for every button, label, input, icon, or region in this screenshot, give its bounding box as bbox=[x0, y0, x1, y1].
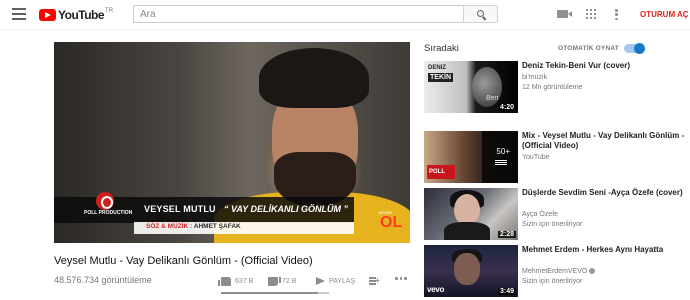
video-thumbnail[interactable]: vevo 3:49 bbox=[424, 245, 518, 297]
youtube-logo[interactable]: YouTube TR bbox=[39, 8, 113, 22]
producer-logo: POLL PRODUCTION bbox=[84, 192, 132, 222]
channel-name: MehmetErdemVEVO bbox=[522, 268, 596, 275]
youtube-play-icon bbox=[39, 9, 56, 21]
video-thumbnail[interactable]: 2:28 bbox=[424, 188, 518, 240]
channel-name: Ayça Özefe bbox=[522, 211, 559, 218]
view-count: 48.576.734 görüntüleme bbox=[54, 275, 152, 285]
add-to-playlist-button[interactable] bbox=[369, 276, 383, 285]
share-button[interactable]: PAYLAŞ bbox=[316, 277, 355, 285]
autoplay-toggle[interactable] bbox=[624, 43, 645, 54]
logo-text: YouTube bbox=[58, 8, 105, 22]
video-meta: Sizin için önerilriyor bbox=[522, 278, 583, 285]
search-input[interactable] bbox=[133, 5, 464, 23]
playlist-icon bbox=[495, 160, 507, 161]
more-actions-button[interactable] bbox=[395, 277, 407, 280]
recommended-title[interactable]: Deniz Tekin-Beni Vur (cover) bbox=[522, 61, 690, 71]
video-player[interactable]: VEYSEL MUTLU “ VAY DELİKANLI GÖNLÜM ” SÖ… bbox=[54, 42, 410, 243]
video-title: Veysel Mutlu - Vay Delikanlı Gönlüm - (O… bbox=[54, 255, 313, 267]
share-icon bbox=[316, 277, 325, 285]
search-button[interactable] bbox=[463, 5, 498, 23]
recommended-title[interactable]: Mix - Veysel Mutlu - Vay Delikanlı Gönlü… bbox=[522, 131, 690, 151]
logo-region: TR bbox=[105, 8, 114, 14]
recommended-video[interactable]: 2:28 Düşlerde Sevdim Seni -Ayça Özefe (c… bbox=[424, 188, 690, 242]
mix-thumbnail[interactable]: POLL 50+ bbox=[424, 131, 518, 183]
more-options-icon[interactable] bbox=[615, 9, 618, 20]
like-button[interactable]: 637 B bbox=[218, 277, 254, 286]
recommended-video[interactable]: vevo 3:49 Mehmet Erdem - Herkes Aynı Hay… bbox=[424, 245, 690, 299]
more-horizontal-icon bbox=[395, 277, 407, 280]
video-duration: 4:20 bbox=[497, 104, 516, 111]
apps-grid-icon[interactable] bbox=[586, 9, 596, 19]
sentiment-bar-fill bbox=[221, 292, 319, 294]
upload-video-icon[interactable] bbox=[557, 10, 572, 18]
recommended-title[interactable]: Mehmet Erdem - Herkes Aynı Hayatta bbox=[522, 245, 690, 255]
signin-button[interactable]: OTURUM AÇ bbox=[640, 10, 689, 19]
hamburger-menu-icon[interactable] bbox=[12, 8, 26, 20]
up-next-heading: Sıradaki bbox=[424, 43, 459, 54]
corner-badge: OL bbox=[380, 214, 403, 231]
search-icon bbox=[477, 10, 484, 17]
vevo-logo: vevo bbox=[427, 285, 445, 294]
channel-name: bi'müzik bbox=[522, 74, 548, 81]
thumbs-down-icon bbox=[268, 277, 281, 286]
recommended-video[interactable]: DENIZ TEKİN Ben 4:20 Deniz Tekin-Beni Vu… bbox=[424, 61, 690, 115]
masthead: YouTube TR OTURUM AÇ bbox=[0, 0, 690, 30]
video-meta: 12 Mn görüntüleme bbox=[522, 84, 583, 91]
playlist-add-icon bbox=[369, 276, 380, 285]
video-meta: Sizin için önerilriyor bbox=[522, 221, 583, 228]
thumbs-up-icon bbox=[218, 277, 231, 286]
like-count: 637 B bbox=[235, 278, 254, 285]
dislike-button[interactable]: 72 B bbox=[268, 277, 296, 286]
autoplay-toggle-knob bbox=[634, 43, 645, 54]
overlay-credit: SÖZ & MÜZİK : AHMET ŞAFAK bbox=[146, 223, 241, 230]
recommended-title[interactable]: Düşlerde Sevdim Seni -Ayça Özefe (cover) bbox=[522, 188, 690, 198]
sentiment-bar bbox=[221, 292, 329, 294]
share-label: PAYLAŞ bbox=[329, 277, 356, 285]
autoplay-label: OTOMATİK OYNAT bbox=[558, 45, 619, 52]
overlay-artist: VEYSEL MUTLU bbox=[144, 204, 216, 214]
overlay-song: “ VAY DELİKANLI GÖNLÜM ” bbox=[224, 204, 349, 214]
mix-count: 50+ bbox=[496, 147, 510, 156]
video-duration: 3:49 bbox=[497, 288, 516, 295]
recommended-mix[interactable]: POLL 50+ Mix - Veysel Mutlu - Vay Delika… bbox=[424, 131, 690, 185]
verified-icon bbox=[589, 268, 596, 274]
dislike-count: 72 B bbox=[282, 278, 297, 285]
video-duration: 2:28 bbox=[497, 231, 516, 238]
video-thumbnail[interactable]: DENIZ TEKİN Ben 4:20 bbox=[424, 61, 518, 113]
channel-name: YouTube bbox=[522, 154, 550, 161]
producer-logo-icon bbox=[96, 192, 114, 210]
